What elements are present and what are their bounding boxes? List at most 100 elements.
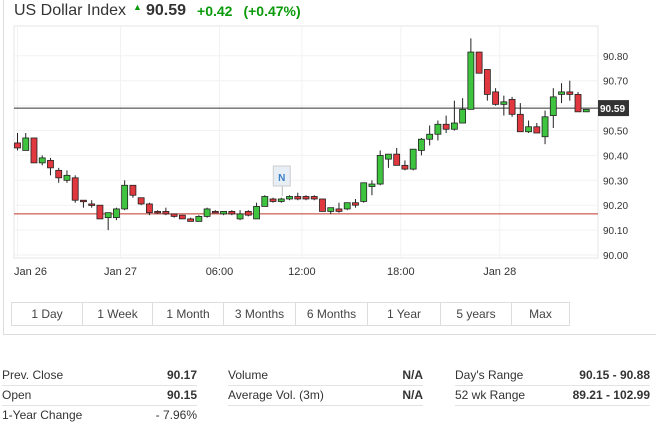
stat-value: 90.15 bbox=[166, 388, 197, 402]
candle-down bbox=[352, 202, 359, 206]
candle-down bbox=[393, 153, 401, 166]
candle-up bbox=[360, 182, 368, 202]
candle-down bbox=[14, 142, 21, 149]
candle-down bbox=[492, 91, 499, 105]
candle-up bbox=[286, 196, 293, 200]
candle-up bbox=[121, 184, 129, 210]
candlestick-chart[interactable]: 90.8090.7090.6090.5090.4090.3090.2090.10… bbox=[0, 0, 656, 300]
y-tick-label: 90.10 bbox=[603, 226, 628, 237]
range-5-years[interactable]: 5 years bbox=[441, 303, 512, 325]
x-tick-label: Jan 27 bbox=[104, 266, 137, 278]
candle-up bbox=[409, 148, 417, 170]
range-3-months[interactable]: 3 Months bbox=[224, 303, 296, 325]
candle-down bbox=[170, 213, 178, 217]
current-price-tag-label: 90.59 bbox=[600, 104, 625, 115]
candle-down bbox=[187, 218, 195, 222]
stat-value: 89.21 - 102.99 bbox=[572, 388, 650, 402]
candle-up bbox=[426, 133, 434, 140]
stat-label: 1-Year Change bbox=[2, 408, 83, 422]
y-tick-label: 90.70 bbox=[603, 77, 628, 88]
range-1-week[interactable]: 1 Week bbox=[83, 303, 153, 325]
candle-down bbox=[508, 98, 516, 115]
candle-down bbox=[302, 196, 310, 200]
y-tick-label: 90.20 bbox=[603, 201, 628, 212]
candle-down bbox=[483, 69, 491, 95]
candle-up bbox=[467, 51, 475, 110]
candle-up bbox=[253, 206, 260, 220]
candle-down bbox=[80, 199, 87, 203]
candle-down bbox=[96, 204, 104, 220]
x-tick-label: 12:00 bbox=[288, 266, 316, 278]
range-1-year[interactable]: 1 Year bbox=[368, 303, 441, 325]
candle-up bbox=[327, 207, 335, 212]
candle-up bbox=[63, 174, 71, 181]
candle-down bbox=[244, 211, 252, 216]
candle-up bbox=[195, 216, 203, 222]
candle-up bbox=[500, 101, 508, 105]
stat-prev-close: Prev. Close 90.17 bbox=[2, 365, 197, 386]
x-tick-label: 18:00 bbox=[387, 266, 415, 278]
candle-up bbox=[549, 96, 557, 116]
candle-down bbox=[574, 93, 582, 113]
candle-up bbox=[434, 123, 442, 135]
stat-value: 90.17 bbox=[166, 368, 197, 382]
candle-down bbox=[228, 211, 236, 215]
candle-up bbox=[368, 183, 376, 187]
candle-down bbox=[178, 214, 186, 220]
candle-down bbox=[162, 211, 170, 215]
y-tick-label: 90.50 bbox=[603, 127, 628, 138]
candle-up bbox=[450, 122, 458, 130]
range-6-months[interactable]: 6 Months bbox=[296, 303, 368, 325]
candle-up bbox=[558, 91, 565, 95]
candle-up bbox=[385, 153, 392, 160]
stat-52wk-range: 52 wk Range 89.21 - 102.99 bbox=[455, 385, 650, 406]
candle-up bbox=[220, 211, 227, 215]
stat-label: Average Vol. (3m) bbox=[228, 388, 324, 402]
stat-1-year-change: 1-Year Change - 7.96% bbox=[2, 405, 197, 425]
range-max[interactable]: Max bbox=[512, 303, 569, 325]
candle-down bbox=[71, 177, 79, 201]
plot-area bbox=[13, 25, 599, 259]
y-tick-label: 90.00 bbox=[603, 251, 628, 262]
stat-days-range: Day's Range 90.15 - 90.88 bbox=[455, 365, 650, 386]
candle-down bbox=[30, 137, 38, 164]
candle-up bbox=[418, 138, 425, 151]
candle-down bbox=[269, 198, 277, 202]
stat-value: N/A bbox=[402, 388, 423, 402]
stat-open: Open 90.15 bbox=[2, 385, 197, 406]
stat-average-volume: Average Vol. (3m) N/A bbox=[228, 385, 423, 406]
stat-value: 90.15 - 90.88 bbox=[579, 368, 650, 382]
range-1-day[interactable]: 1 Day bbox=[12, 303, 83, 325]
candle-up bbox=[236, 213, 244, 220]
range-1-month[interactable]: 1 Month bbox=[153, 303, 224, 325]
candle-up bbox=[376, 154, 384, 185]
candle-down bbox=[442, 123, 450, 130]
candle-up bbox=[38, 157, 46, 164]
candle-up bbox=[203, 208, 211, 217]
candle-up bbox=[582, 108, 590, 113]
time-range-selector: 1 Day 1 Week 1 Month 3 Months 6 Months 1… bbox=[11, 302, 570, 326]
x-tick-label: Jan 28 bbox=[483, 266, 516, 278]
candle-down bbox=[294, 196, 302, 200]
candle-up bbox=[541, 116, 549, 138]
candle-down bbox=[211, 211, 219, 214]
candle-down bbox=[47, 159, 54, 169]
candle-down bbox=[137, 197, 145, 205]
y-tick-label: 90.40 bbox=[603, 151, 628, 162]
candle-down bbox=[401, 164, 409, 170]
stat-label: Open bbox=[2, 388, 32, 402]
candle-up bbox=[459, 108, 467, 124]
candle-up bbox=[261, 196, 269, 207]
candle-down bbox=[310, 196, 318, 200]
stat-value: N/A bbox=[402, 368, 423, 382]
x-tick-label: Jan 26 bbox=[14, 266, 47, 278]
candle-down bbox=[319, 198, 326, 212]
candle-up bbox=[277, 198, 285, 202]
y-tick-label: 90.30 bbox=[603, 176, 628, 187]
candle-up bbox=[104, 212, 112, 219]
stat-label: Day's Range bbox=[455, 368, 524, 382]
candle-down bbox=[88, 203, 96, 206]
candle-up bbox=[525, 126, 532, 133]
candle-up bbox=[22, 137, 30, 151]
candle-down bbox=[145, 203, 153, 214]
